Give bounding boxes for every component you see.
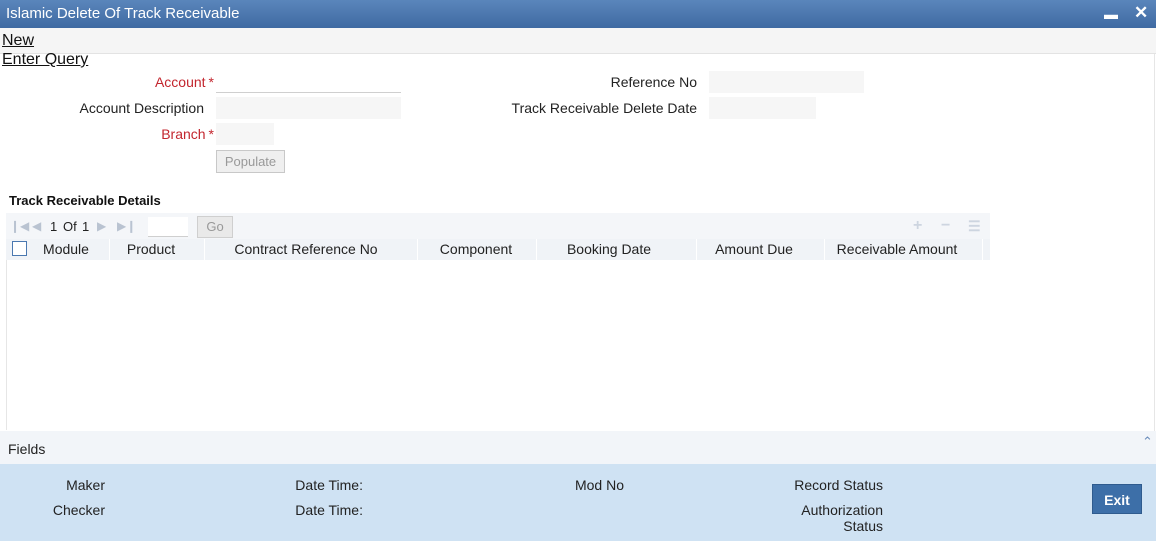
reference-no-field[interactable] — [709, 71, 864, 93]
required-marker: * — [208, 74, 214, 90]
section-title: Track Receivable Details — [9, 193, 161, 208]
column-header[interactable]: Module — [38, 241, 94, 257]
column-header[interactable]: Contract Reference No — [206, 241, 406, 257]
grid-toolbar: ❙◀ ◀ 1 Of 1 ▶ ▶❙ Go + − ☰ — [6, 213, 990, 239]
select-all-checkbox[interactable] — [12, 241, 27, 256]
page-number-input[interactable] — [148, 217, 188, 237]
delete-date-field[interactable] — [709, 97, 816, 119]
record-status-label: Record Status — [794, 477, 883, 493]
chevron-up-icon[interactable]: ⌃ — [1142, 434, 1153, 450]
minimize-icon[interactable]: ▬ — [1104, 6, 1118, 22]
window-title: Islamic Delete Of Track Receivable — [6, 5, 240, 22]
maker-label: Maker — [66, 477, 105, 493]
account-label: Account * — [154, 74, 214, 90]
checker-label: Checker — [52, 502, 105, 518]
required-marker: * — [208, 126, 214, 142]
account-description-field[interactable] — [216, 97, 401, 119]
grid-body — [6, 260, 7, 430]
account-input[interactable] — [216, 71, 401, 93]
grid-header: Module Product Contract Reference No Com… — [6, 239, 990, 260]
next-page-icon[interactable]: ▶ — [97, 219, 106, 233]
column-header[interactable]: Booking Date — [538, 241, 680, 257]
last-page-icon[interactable]: ▶❙ — [117, 219, 136, 233]
view-rows-icon[interactable]: ☰ — [968, 218, 981, 235]
account-description-label: Account Description — [79, 100, 204, 116]
add-row-icon[interactable]: + — [913, 217, 922, 235]
branch-label: Branch * — [161, 126, 214, 142]
pager-total: 1 — [82, 219, 90, 234]
menu-bar — [0, 28, 1156, 54]
maker-date-time-label: Date Time: — [295, 477, 363, 493]
fields-bar[interactable]: Fields ⌃ — [0, 431, 1156, 464]
pager-current: 1 — [50, 219, 58, 234]
window-titlebar: Islamic Delete Of Track Receivable ▬ ✕ — [0, 0, 1156, 28]
mod-no-label: Mod No — [574, 477, 624, 493]
delete-row-icon[interactable]: − — [941, 217, 950, 235]
column-header[interactable]: Component — [419, 241, 533, 257]
delete-date-label: Track Receivable Delete Date — [511, 100, 697, 116]
fields-label: Fields — [8, 441, 46, 457]
column-header[interactable]: Amount Due — [698, 241, 810, 257]
audit-footer — [0, 464, 1156, 541]
reference-no-label: Reference No — [610, 74, 697, 90]
first-page-icon[interactable]: ❙◀ — [10, 219, 29, 233]
branch-field[interactable] — [216, 123, 274, 145]
prev-page-icon[interactable]: ◀ — [32, 219, 41, 233]
go-button[interactable]: Go — [197, 216, 233, 238]
authorization-status-label: Authorization Status — [801, 502, 883, 534]
populate-button[interactable]: Populate — [216, 150, 285, 173]
column-header[interactable]: Product — [112, 241, 190, 257]
checker-date-time-label: Date Time: — [295, 502, 363, 518]
pager-of: Of — [63, 219, 77, 234]
exit-button[interactable]: Exit — [1092, 484, 1142, 514]
close-icon[interactable]: ✕ — [1134, 3, 1148, 23]
column-header[interactable]: Receivable Amount — [826, 241, 968, 257]
new-link[interactable]: New — [2, 32, 34, 50]
